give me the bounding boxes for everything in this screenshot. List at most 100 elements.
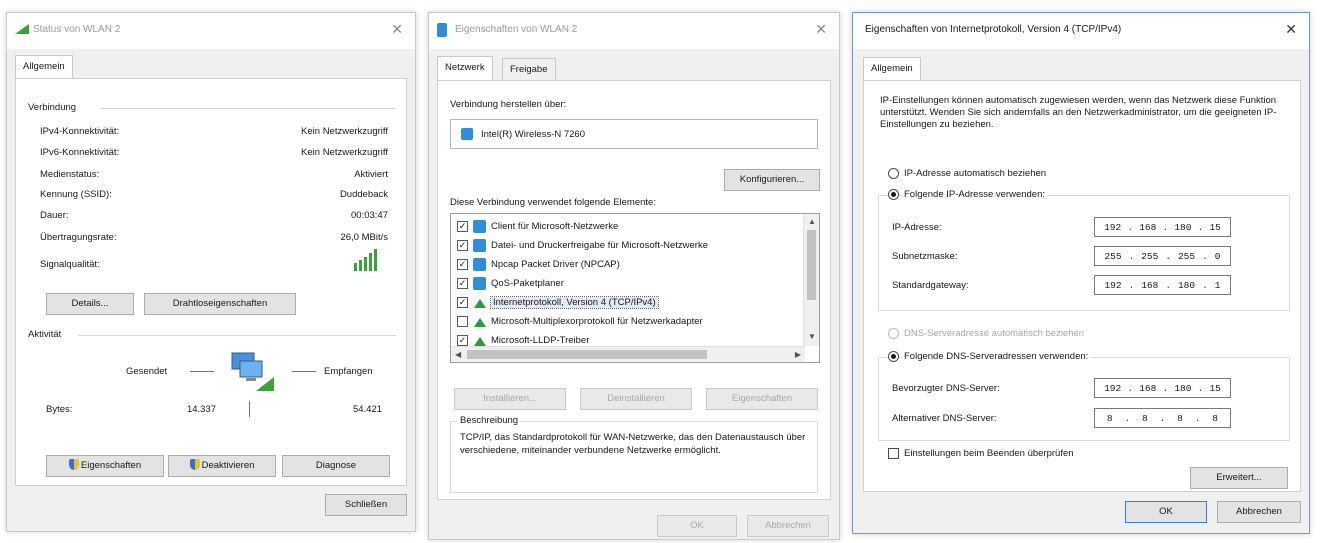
wlan-properties-title: Eigenschaften von WLAN 2 (455, 24, 578, 35)
manual-dns-radio[interactable] (888, 351, 899, 362)
ipv4-value: Kein Netzwerkzugriff (301, 126, 388, 137)
duration-value: 00:03:47 (351, 210, 388, 221)
item-label: Microsoft-Multiplexorprotokoll für Netzw… (491, 316, 703, 327)
auto-dns-label: DNS-Serveradresse automatisch beziehen (904, 328, 1085, 339)
item-checkbox[interactable]: ✓ (457, 221, 468, 232)
ipv4-label: IPv4-Konnektivität: (40, 126, 120, 137)
connect-using-label: Verbindung herstellen über: (450, 99, 567, 110)
wlan-props-tab-panel: Verbindung herstellen über: Intel(R) Wir… (437, 80, 831, 500)
tab-allgemein[interactable]: Allgemein (15, 55, 73, 79)
scroll-thumb[interactable] (467, 350, 707, 359)
status-tab-panel: Verbindung IPv4-Konnektivität: Kein Netz… (15, 78, 407, 486)
network-adapter-icon (437, 23, 447, 37)
tab-freigabe[interactable]: Freigabe (502, 58, 556, 80)
horizontal-scrollbar[interactable]: ◀ ▶ (451, 346, 805, 362)
adapter-name: Intel(R) Wireless-N 7260 (481, 129, 585, 140)
install-button[interactable]: Installieren... (454, 388, 566, 410)
received-label: Empfangen (324, 366, 373, 377)
scroll-thumb[interactable] (807, 230, 816, 300)
ipv6-value: Kein Netzwerkzugriff (301, 147, 388, 158)
scroll-up-icon[interactable]: ▲ (808, 217, 816, 226)
tab-allgemein[interactable]: Allgemein (863, 57, 921, 81)
advanced-button[interactable]: Erweitert... (1190, 467, 1288, 489)
item-checkbox[interactable]: ✓ (457, 297, 468, 308)
protocol-icon (474, 318, 486, 327)
item-checkbox[interactable]: ✓ (457, 240, 468, 251)
wlan-properties-titlebar: Eigenschaften von WLAN 2 ✕ (429, 13, 839, 49)
ipv4-tab-panel: IP-Einstellungen können automatisch zuge… (863, 80, 1301, 492)
group-divider (78, 335, 396, 336)
ok-button[interactable]: OK (657, 515, 737, 537)
item-checkbox[interactable] (457, 316, 468, 327)
bytes-label: Bytes: (46, 404, 73, 415)
ipv4-titlebar: Eigenschaften von Internetprotokoll, Ver… (853, 13, 1309, 49)
network-client-icon (473, 220, 486, 233)
duration-label: Dauer: (40, 210, 69, 221)
validate-label: Einstellungen beim Beenden überprüfen (904, 448, 1074, 459)
ok-button[interactable]: OK (1125, 501, 1207, 523)
disable-button-label: Deaktivieren (201, 460, 255, 471)
manual-ip-radio[interactable] (888, 189, 899, 200)
connection-group-label: Verbindung (28, 102, 77, 113)
manual-dns-label: Folgende DNS-Serveradressen verwenden: (902, 351, 1091, 362)
wireless-properties-button[interactable]: Drahtloseigenschaften (144, 293, 296, 315)
gateway-label: Standardgateway: (892, 280, 969, 291)
close-icon[interactable]: ✕ (1285, 21, 1297, 38)
bytes-separator (249, 401, 250, 417)
status-dialog: Status von WLAN 2 ✕ Allgemein Verbindung… (6, 12, 416, 532)
dns-settings-group (878, 357, 1290, 441)
disable-button[interactable]: Deaktivieren (168, 455, 276, 477)
close-icon[interactable]: ✕ (815, 21, 827, 38)
preferred-dns-field[interactable]: 192. 168. 180. 15 (1094, 378, 1231, 398)
details-button[interactable]: Details... (46, 293, 134, 315)
scroll-down-icon[interactable]: ▼ (808, 332, 816, 341)
item-label: Client für Microsoft-Netzwerke (491, 221, 619, 232)
tab-netzwerk[interactable]: Netzwerk (437, 56, 493, 80)
vertical-scrollbar[interactable]: ▲ ▼ (803, 214, 819, 346)
elements-list[interactable]: ✓ Client für Microsoft-Netzwerke ✓ Datei… (450, 213, 820, 363)
shield-icon (189, 459, 200, 470)
close-icon[interactable]: ✕ (391, 21, 403, 38)
signal-quality-label: Signalqualität: (40, 259, 100, 270)
subnet-mask-field[interactable]: 255. 255. 255. 0 (1094, 246, 1231, 266)
item-label: Datei- und Druckerfreigabe für Microsoft… (491, 240, 708, 251)
description-label: Beschreibung (458, 415, 521, 426)
scroll-left-icon[interactable]: ◀ (455, 350, 461, 359)
gateway-field[interactable]: 192. 168. 180. 1 (1094, 275, 1231, 295)
protocol-icon (474, 337, 486, 346)
properties-button-label: Eigenschaften (80, 460, 142, 471)
item-checkbox[interactable]: ✓ (457, 259, 468, 270)
group-divider (100, 108, 396, 109)
ssid-value: Duddeback (339, 189, 388, 200)
item-label: Npcap Packet Driver (NPCAP) (491, 259, 620, 270)
alternate-dns-field[interactable]: 8.8.8.8 (1094, 408, 1231, 428)
wlan-properties-dialog: Eigenschaften von WLAN 2 ✕ Netzwerk Frei… (428, 12, 840, 540)
signal-bars-icon (354, 247, 384, 271)
item-checkbox[interactable]: ✓ (457, 278, 468, 289)
auto-dns-radio[interactable] (888, 328, 899, 339)
item-checkbox[interactable]: ✓ (457, 335, 468, 346)
status-titlebar: Status von WLAN 2 ✕ (7, 13, 415, 49)
ipv4-properties-dialog: Eigenschaften von Internetprotokoll, Ver… (852, 12, 1310, 534)
item-properties-button[interactable]: Eigenschaften (706, 388, 818, 410)
uninstall-button[interactable]: Deinstallieren (580, 388, 692, 410)
diagnose-button[interactable]: Diagnose (282, 455, 390, 477)
scroll-right-icon[interactable]: ▶ (795, 350, 801, 359)
sent-label: Gesendet (126, 366, 168, 377)
intro-text: IP-Einstellungen können automatisch zuge… (880, 95, 1277, 130)
ip-address-field[interactable]: 192. 168. 180. 15 (1094, 217, 1231, 237)
sent-line (190, 371, 214, 372)
network-client-icon (473, 277, 486, 290)
validate-checkbox[interactable] (888, 448, 899, 459)
configure-button[interactable]: Konfigurieren... (724, 169, 820, 191)
bytes-received-value: 54.421 (352, 404, 382, 415)
close-button[interactable]: Schließen (325, 494, 407, 516)
bytes-sent-value: 14.337 (186, 404, 216, 415)
network-computers-icon (226, 351, 276, 391)
auto-ip-radio[interactable] (888, 168, 899, 179)
alternate-dns-label: Alternativer DNS-Server: (892, 413, 997, 424)
cancel-button[interactable]: Abbrechen (747, 515, 829, 537)
cancel-button[interactable]: Abbrechen (1217, 501, 1301, 523)
network-client-icon (473, 239, 486, 252)
properties-button[interactable]: Eigenschaften (46, 455, 164, 477)
